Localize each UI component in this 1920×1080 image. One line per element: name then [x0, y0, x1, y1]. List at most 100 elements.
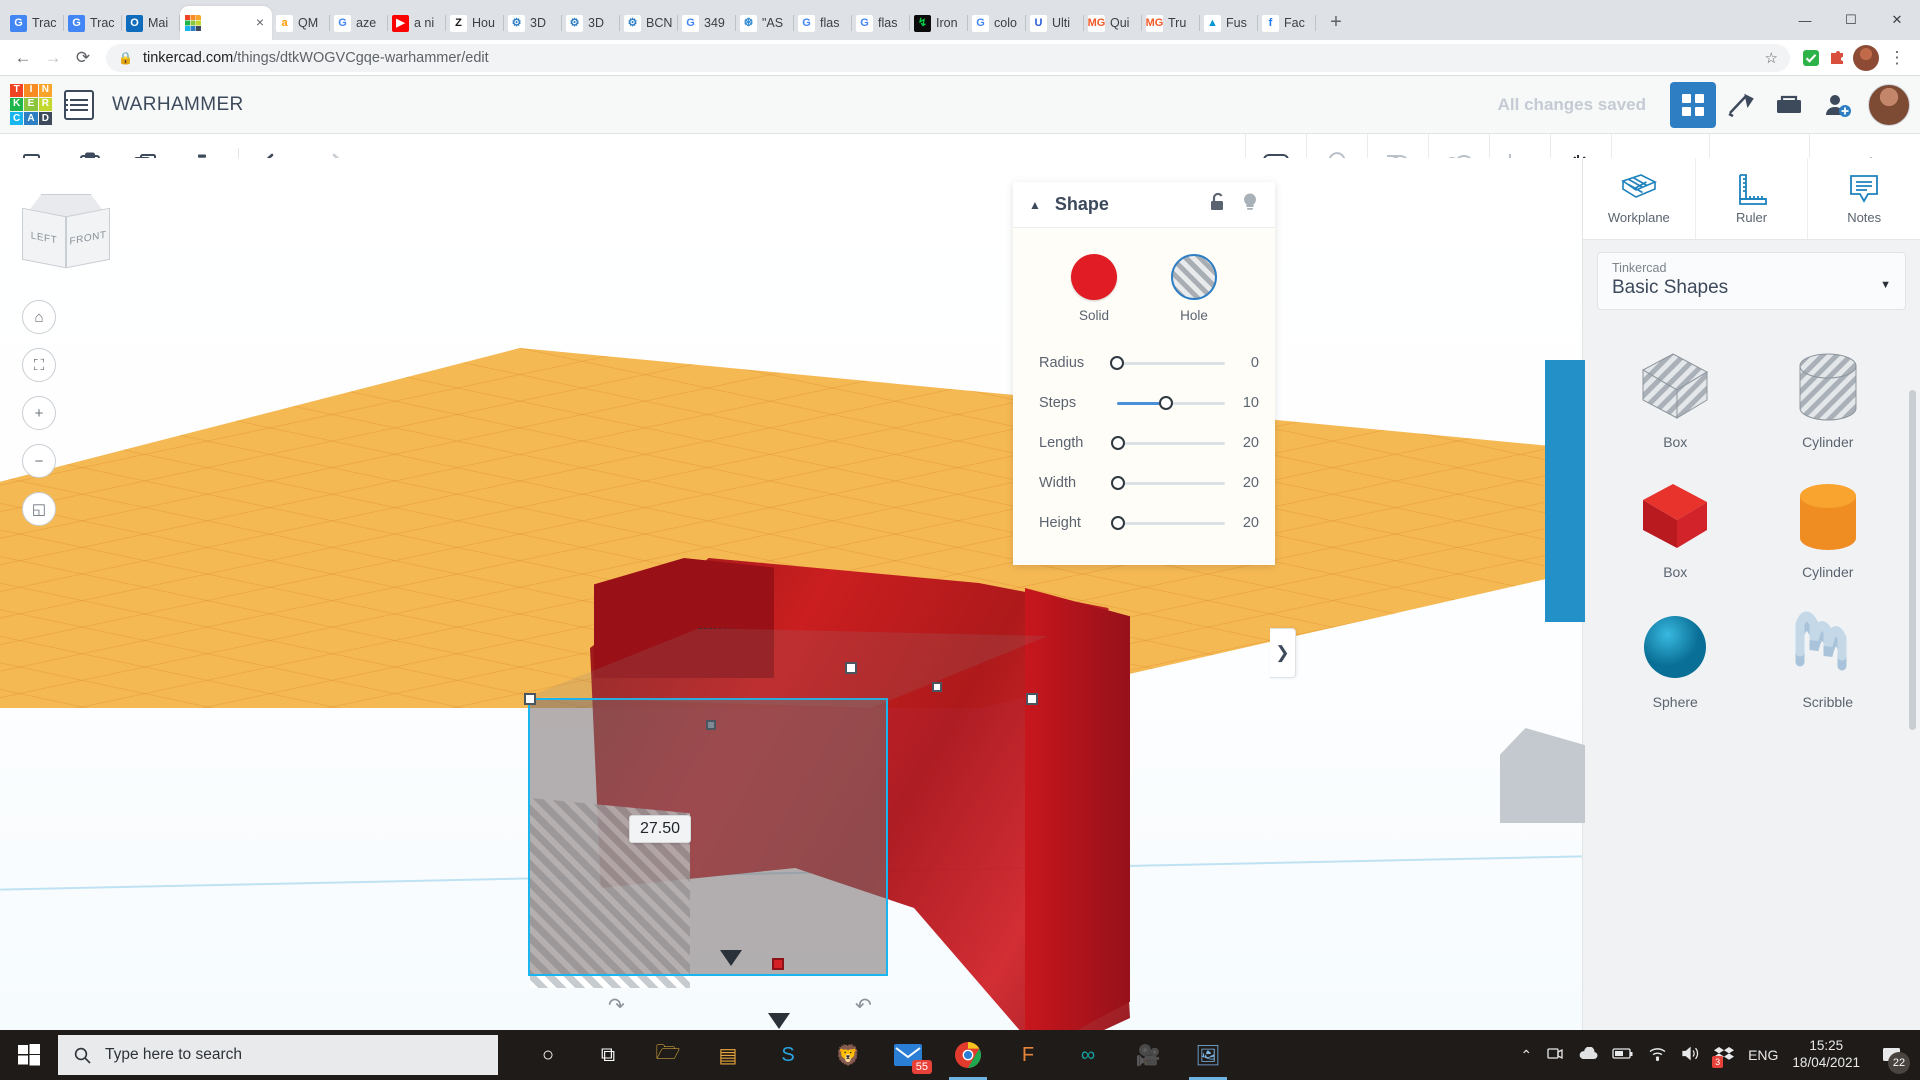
codeblocks-icon[interactable]	[1718, 82, 1764, 128]
list-menu-icon[interactable]	[64, 90, 94, 120]
resize-handle-corner[interactable]	[1026, 693, 1038, 705]
resize-handle-edge[interactable]	[932, 682, 942, 692]
shape-cylinder-solid[interactable]: Cylinder	[1752, 462, 1905, 586]
browser-tab[interactable]: ⚙3D	[562, 6, 620, 40]
resize-handle-corner[interactable]	[524, 693, 536, 705]
chevron-up-icon[interactable]: ⌃	[1520, 1047, 1532, 1064]
address-bar[interactable]: 🔒 tinkercad.com/things/dtkWOGVCgqe-warha…	[106, 44, 1790, 72]
mail-icon[interactable]: 55	[878, 1030, 938, 1080]
grid-view-icon[interactable]	[1670, 82, 1716, 128]
browser-tab[interactable]: ❆"AS	[736, 6, 794, 40]
zoom-out-button[interactable]: −	[22, 444, 56, 478]
browser-tab[interactable]: Gflas	[852, 6, 910, 40]
volume-icon[interactable]	[1681, 1046, 1700, 1064]
browser-tab[interactable]: OMai	[122, 6, 180, 40]
notification-center-button[interactable]: 22	[1874, 1038, 1908, 1072]
arduino-icon[interactable]: ∞	[1058, 1030, 1118, 1080]
browser-tab[interactable]: ▶a ni	[388, 6, 446, 40]
view-cube-left[interactable]: LEFT	[22, 208, 66, 269]
hole-pattern-swatch[interactable]	[1171, 254, 1217, 300]
move-axis-arrow[interactable]	[720, 950, 742, 966]
shape-library-select[interactable]: Tinkercad Basic Shapes ▼	[1597, 252, 1906, 310]
forward-button[interactable]: →	[38, 43, 68, 73]
minimize-button[interactable]: —	[1782, 4, 1828, 36]
model-red-face-right[interactable]	[1025, 588, 1130, 1030]
onedrive-icon[interactable]	[1578, 1047, 1598, 1064]
chrome-menu-icon[interactable]: ⋮	[1882, 43, 1912, 73]
browser-tab[interactable]: ⚙3D	[504, 6, 562, 40]
chrome-profile-avatar[interactable]	[1853, 45, 1879, 71]
dropbox-icon[interactable]: 3	[1714, 1046, 1734, 1065]
browser-tab[interactable]: MGQui	[1084, 6, 1142, 40]
browser-tab[interactable]: UUlti	[1026, 6, 1084, 40]
zoom-in-button[interactable]: +	[22, 396, 56, 430]
light-bulb-icon[interactable]	[1241, 192, 1259, 217]
property-slider[interactable]	[1117, 473, 1225, 493]
search-input[interactable]: Type here to search	[58, 1035, 498, 1075]
wifi-icon[interactable]	[1648, 1046, 1667, 1064]
close-window-button[interactable]: ✕	[1874, 4, 1920, 36]
brave-icon[interactable]: 🦁	[818, 1030, 878, 1080]
extension-checkmark-icon[interactable]	[1798, 45, 1824, 71]
ruler-tool[interactable]: Ruler	[1696, 158, 1809, 239]
3d-canvas[interactable]: 27.50 ↷ ↶ LEFT FRONT ⌂⛶+−◱ Edit Grid Sna…	[0, 158, 1582, 1030]
workplane-tool[interactable]: Workplane	[1583, 158, 1696, 239]
reload-button[interactable]: ⟳	[68, 43, 98, 73]
browser-tab[interactable]: G349	[678, 6, 736, 40]
cortana-icon[interactable]: ○	[518, 1030, 578, 1080]
language-indicator[interactable]: ENG	[1748, 1047, 1778, 1063]
shape-cylinder-hole[interactable]: Cylinder	[1752, 332, 1905, 456]
back-button[interactable]: ←	[8, 43, 38, 73]
browser-tab[interactable]: GTrac	[64, 6, 122, 40]
user-avatar[interactable]	[1868, 84, 1910, 126]
close-tab-icon[interactable]: ×	[252, 15, 268, 31]
home-view-button[interactable]: ⌂	[22, 300, 56, 334]
move-down-arrow[interactable]	[768, 1013, 790, 1029]
shapes-scrollbar[interactable]	[1909, 390, 1916, 730]
browser-tab[interactable]: GTrac	[6, 6, 64, 40]
property-slider[interactable]	[1117, 433, 1225, 453]
shape-sphere[interactable]: Sphere	[1599, 592, 1752, 716]
notes-tool[interactable]: Notes	[1808, 158, 1920, 239]
browser-tab[interactable]: MGTru	[1142, 6, 1200, 40]
view-cube-front[interactable]: FRONT	[66, 208, 110, 269]
maximize-button[interactable]: ☐	[1828, 4, 1874, 36]
property-slider[interactable]	[1117, 353, 1225, 373]
tinkercad-logo[interactable]: TINKERCAD	[10, 84, 52, 126]
clock[interactable]: 15:25 18/04/2021	[1792, 1038, 1860, 1072]
browser-tab[interactable]: ZHou	[446, 6, 504, 40]
store-icon[interactable]: ▤	[698, 1030, 758, 1080]
skype-icon[interactable]: S	[758, 1030, 818, 1080]
rotate-handle-right[interactable]: ↶	[855, 993, 872, 1018]
browser-tab[interactable]: fFac	[1258, 6, 1316, 40]
browser-tab[interactable]: ↯Iron	[910, 6, 968, 40]
solid-mode[interactable]: Solid	[1071, 254, 1117, 323]
add-person-icon[interactable]	[1814, 82, 1860, 128]
battery-icon[interactable]	[1612, 1047, 1634, 1063]
browser-tab[interactable]: aQM	[272, 6, 330, 40]
browser-tab[interactable]: Gaze	[330, 6, 388, 40]
browser-tab[interactable]: ⚙BCN	[620, 6, 678, 40]
ortho-perspective-button[interactable]: ◱	[22, 492, 56, 526]
unlock-icon[interactable]	[1209, 192, 1227, 217]
file-explorer-icon[interactable]: 🗁	[638, 1030, 698, 1080]
chrome-icon[interactable]	[938, 1030, 998, 1080]
panel-toggle-button[interactable]: ❯	[1270, 628, 1296, 678]
gallery-icon[interactable]	[1766, 82, 1812, 128]
extension-puzzle-icon[interactable]	[1824, 45, 1850, 71]
shape-box-solid[interactable]: Box	[1599, 462, 1752, 586]
property-slider[interactable]	[1117, 513, 1225, 533]
fit-view-button[interactable]: ⛶	[22, 348, 56, 382]
new-tab-button[interactable]: +	[1322, 9, 1350, 37]
property-slider[interactable]	[1117, 393, 1225, 413]
fusion360-icon[interactable]: F	[998, 1030, 1058, 1080]
dimension-label[interactable]: 27.50	[629, 815, 691, 843]
shape-box-hole[interactable]: Box	[1599, 332, 1752, 456]
bookmark-star-icon[interactable]: ☆	[1765, 49, 1778, 67]
hole-mode[interactable]: Hole	[1171, 254, 1217, 323]
rotate-handle-left[interactable]: ↷	[608, 993, 625, 1018]
solid-color-swatch[interactable]	[1071, 254, 1117, 300]
photos-icon[interactable]: 🖼	[1178, 1030, 1238, 1080]
start-button[interactable]	[0, 1030, 58, 1080]
task-view-icon[interactable]: ⧉	[578, 1030, 638, 1080]
